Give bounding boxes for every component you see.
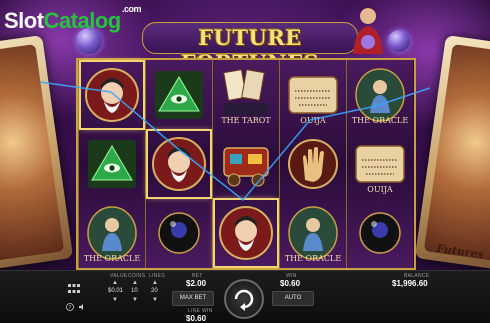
value-label: VALUE — [110, 273, 128, 279]
value-display: $0.01 — [108, 288, 124, 294]
sound-icon[interactable] — [78, 303, 86, 311]
coins-up-arrow-icon[interactable]: ▲ — [131, 280, 139, 286]
value-up-arrow-icon[interactable]: ▲ — [111, 280, 119, 286]
spin-arrows-icon — [234, 289, 254, 311]
lines-display: 20 — [151, 288, 158, 294]
menu-grid-icon[interactable] — [68, 284, 80, 294]
winning-payline — [39, 81, 431, 202]
auto-button[interactable]: AUTO — [272, 291, 314, 306]
game-scene: Futures FUTURE FORTUNES SlotCatalog .com… — [0, 0, 490, 323]
lines-label: LINES — [149, 273, 165, 279]
balance-display: $1,996.60 — [392, 279, 428, 288]
bet-display: $2.00 — [186, 279, 207, 288]
max-bet-button[interactable]: MAX BET — [172, 291, 214, 306]
spin-button[interactable] — [224, 279, 264, 319]
value-down-arrow-icon[interactable]: ▼ — [111, 297, 119, 303]
coins-down-arrow-icon[interactable]: ▼ — [131, 297, 139, 303]
svg-text:?: ? — [69, 305, 72, 311]
lines-down-arrow-icon[interactable]: ▼ — [151, 297, 159, 303]
lines-up-arrow-icon[interactable]: ▲ — [151, 280, 159, 286]
coins-display: 10 — [131, 288, 138, 294]
coins-label: COINS — [128, 273, 146, 279]
win-display: $0.60 — [280, 279, 301, 288]
help-icon[interactable]: ? — [66, 303, 74, 311]
line-win-display: $0.60 — [186, 314, 207, 323]
